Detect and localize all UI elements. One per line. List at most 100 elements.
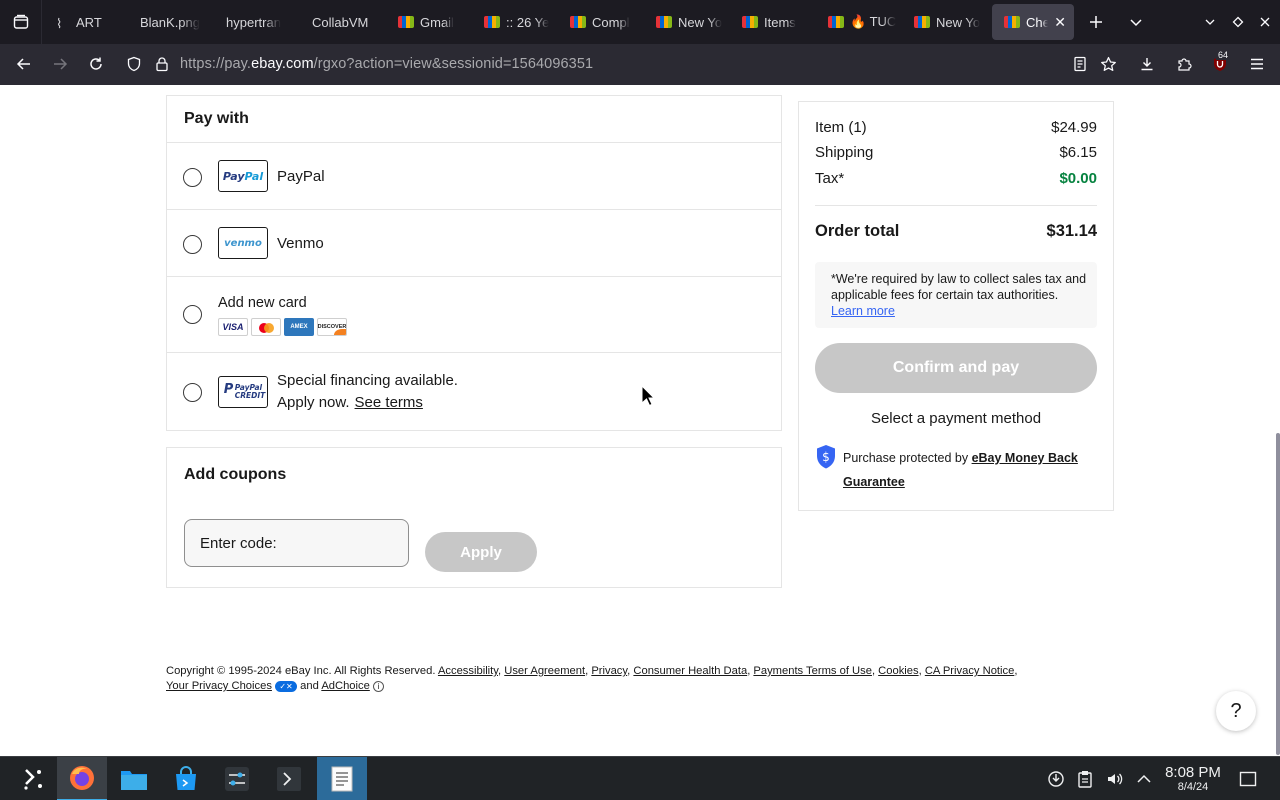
- shield-dollar-icon: $: [817, 445, 835, 469]
- extensions-button[interactable]: [1170, 50, 1198, 78]
- url-text[interactable]: https://pay.ebay.com/rgxo?action=view&se…: [180, 56, 593, 72]
- payment-option-add-card[interactable]: Add new card VISA AMEX DISCOVER: [167, 276, 781, 352]
- svg-text:$: $: [822, 450, 830, 464]
- item-row: Item (1) $24.99: [815, 119, 1097, 136]
- tab-label: ART: [76, 14, 102, 30]
- system-clock[interactable]: 8:08 PM 8/4/24: [1162, 764, 1224, 794]
- see-terms-link[interactable]: See terms: [355, 394, 423, 411]
- tab-art[interactable]: ⌇ ART: [44, 4, 126, 40]
- user-agreement-link[interactable]: User Agreement: [504, 665, 585, 677]
- select-payment-message: Select a payment method: [870, 410, 1042, 427]
- taskbar-terminal[interactable]: [264, 757, 314, 800]
- taskbar-discover-store[interactable]: [161, 757, 211, 800]
- ebay-favicon-icon: [742, 16, 758, 28]
- help-button[interactable]: ?: [1216, 691, 1256, 731]
- tab-blank-png[interactable]: BlanK.png: [128, 4, 212, 40]
- tab-collabvm[interactable]: CollabVM: [300, 4, 384, 40]
- plus-icon: [1090, 16, 1102, 28]
- tab-items[interactable]: Items: [730, 4, 814, 40]
- taskbar-file-manager[interactable]: [109, 757, 159, 800]
- ebay-favicon-icon: [484, 16, 500, 28]
- app-menu-button[interactable]: [1243, 50, 1271, 78]
- add-card-radio[interactable]: [183, 305, 202, 324]
- page-scrollbar[interactable]: [1276, 433, 1280, 755]
- close-icon: [1260, 17, 1270, 27]
- tab-hypertran[interactable]: hypertran: [214, 4, 298, 40]
- downloads-button[interactable]: [1133, 50, 1161, 78]
- adchoice-info-icon: i: [372, 680, 384, 692]
- tray-expand[interactable]: [1134, 769, 1154, 789]
- terminal-icon: [277, 767, 301, 791]
- tray-volume[interactable]: [1105, 769, 1125, 789]
- ebay-favicon-icon: [570, 16, 586, 28]
- tax-label: Tax*: [815, 170, 845, 187]
- clipboard-icon: [1078, 771, 1092, 788]
- coupons-section: Add coupons Apply: [166, 447, 782, 588]
- confirm-and-pay-button[interactable]: Confirm and pay: [815, 343, 1097, 393]
- payments-terms-link[interactable]: Payments Terms of Use: [753, 665, 872, 677]
- close-tab-icon[interactable]: ✕: [1054, 14, 1066, 31]
- show-desktop-button[interactable]: [1238, 769, 1258, 789]
- paypal-credit-radio[interactable]: [183, 383, 202, 402]
- tab-new-yo-1[interactable]: New Yo: [644, 4, 728, 40]
- url-domain: ebay.com: [251, 56, 314, 72]
- consumer-health-data-link[interactable]: Consumer Health Data: [633, 665, 747, 677]
- order-total-row: Order total $31.14: [815, 222, 1097, 241]
- back-button[interactable]: [10, 50, 38, 78]
- taskbar-system-settings[interactable]: [212, 757, 262, 800]
- lock-icon[interactable]: [154, 56, 170, 72]
- system-taskbar: 8:08 PM 8/4/24: [0, 756, 1280, 800]
- tray-network[interactable]: [1046, 769, 1066, 789]
- tab-tuc[interactable]: 🔥 TUC: [816, 4, 900, 40]
- tab-label: BlanK.png: [140, 14, 200, 30]
- accessibility-link[interactable]: Accessibility: [438, 665, 498, 677]
- learn-more-link[interactable]: Learn more: [831, 304, 895, 318]
- coupon-code-input[interactable]: [184, 519, 409, 567]
- ca-privacy-notice-link[interactable]: CA Privacy Notice: [925, 665, 1015, 677]
- mastercard-logo: [251, 318, 281, 336]
- address-bar[interactable]: https://pay.ebay.com/rgxo?action=view&se…: [116, 48, 1116, 80]
- chevron-down-icon: [1130, 19, 1142, 27]
- apply-coupon-button[interactable]: Apply: [425, 532, 537, 572]
- payment-option-venmo[interactable]: venmo Venmo: [167, 209, 781, 276]
- tab-26-ye[interactable]: :: 26 Ye: [472, 4, 556, 40]
- cookies-link[interactable]: Cookies: [878, 665, 918, 677]
- forward-button[interactable]: [46, 50, 74, 78]
- app-launcher-button[interactable]: [8, 757, 58, 800]
- firefox-view-button[interactable]: [0, 0, 42, 44]
- list-all-tabs-button[interactable]: [1122, 8, 1150, 36]
- shield-icon[interactable]: [126, 56, 142, 72]
- privacy-choices-link[interactable]: Your Privacy Choices: [166, 680, 272, 692]
- window-minimize-button[interactable]: [1196, 8, 1224, 36]
- payment-option-paypal[interactable]: PayPal PayPal: [167, 142, 781, 209]
- paypal-radio[interactable]: [183, 168, 202, 187]
- bookmark-star-icon[interactable]: [1100, 56, 1117, 73]
- taskbar-text-editor[interactable]: [317, 757, 367, 800]
- venmo-radio[interactable]: [183, 235, 202, 254]
- tab-compl[interactable]: Compl: [558, 4, 642, 40]
- tray-clipboard[interactable]: [1075, 769, 1095, 789]
- folder-icon: [121, 771, 147, 790]
- arrow-left-icon: [16, 58, 30, 70]
- coupons-title: Add coupons: [184, 466, 287, 483]
- payment-option-paypal-credit[interactable]: P PayPal CREDIT Special financing availabl…: [167, 352, 781, 430]
- window-maximize-button[interactable]: [1224, 8, 1252, 36]
- privacy-link[interactable]: Privacy: [591, 665, 627, 677]
- wave-icon: ⌇: [56, 16, 63, 31]
- venmo-logo-text: venmo: [224, 237, 262, 249]
- reload-button[interactable]: [82, 50, 110, 78]
- window-close-button[interactable]: [1251, 8, 1279, 36]
- reader-view-icon[interactable]: [1072, 56, 1088, 72]
- tax-notice: *We're required by law to collect sales …: [815, 262, 1097, 328]
- taskbar-firefox[interactable]: [57, 757, 107, 800]
- new-tab-button[interactable]: [1082, 8, 1110, 36]
- tab-gmail[interactable]: Gmail: [386, 4, 470, 40]
- tab-label: Chec: [1026, 14, 1049, 30]
- tab-checkout[interactable]: Chec ✕: [992, 4, 1074, 40]
- adchoice-link[interactable]: AdChoice: [321, 680, 370, 692]
- speaker-icon: [1108, 773, 1123, 785]
- tab-new-yo-2[interactable]: New Yo: [902, 4, 986, 40]
- url-suffix: /rgxo?action=view&sessionid=1564096351: [313, 56, 594, 72]
- tab-label: 🔥 TUC: [850, 14, 897, 29]
- apply-now-text: Apply now.: [277, 394, 350, 411]
